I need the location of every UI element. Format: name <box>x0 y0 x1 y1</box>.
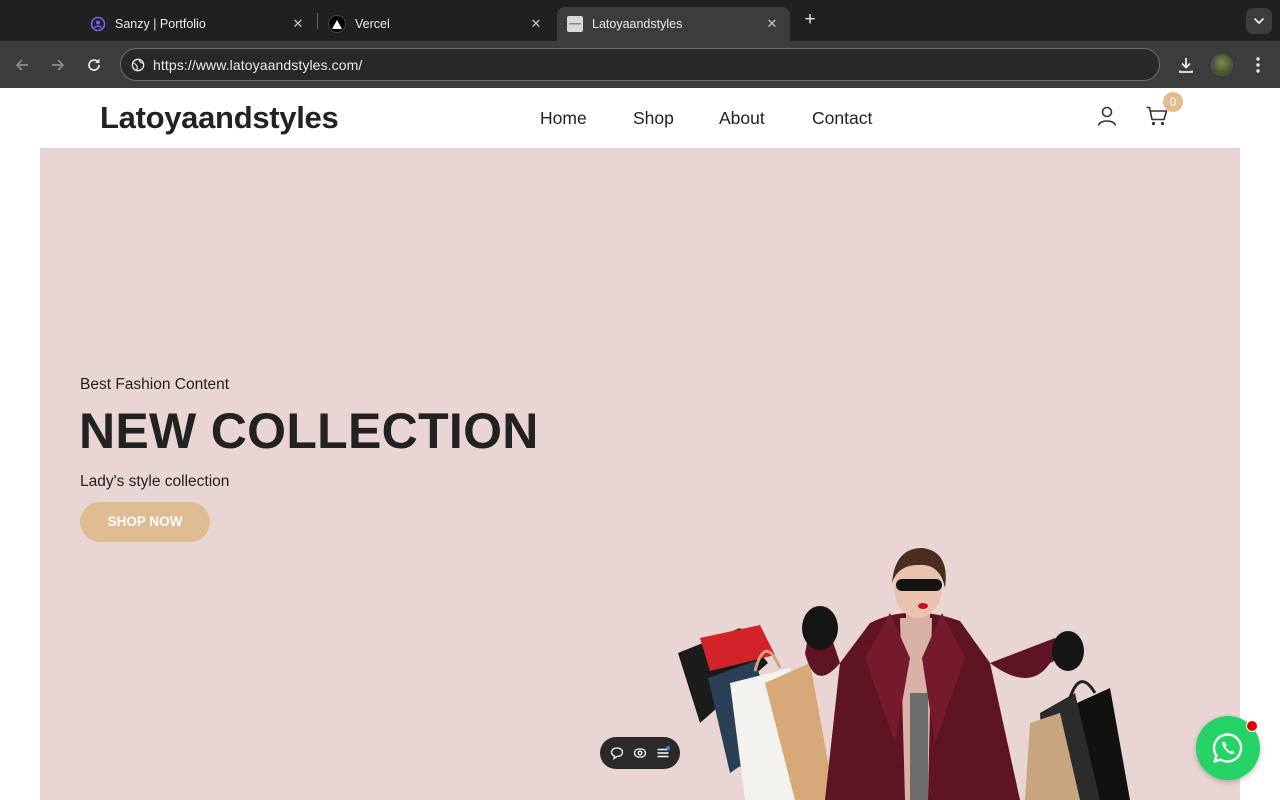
whatsapp-icon <box>1212 733 1243 763</box>
forward-button[interactable] <box>46 53 70 77</box>
arrow-left-icon <box>15 59 28 71</box>
tab-search-button[interactable] <box>1246 8 1272 34</box>
reload-icon <box>88 58 100 71</box>
close-tab-icon[interactable]: ✕ <box>764 16 780 32</box>
nav-about[interactable]: About <box>719 108 765 129</box>
notification-dot <box>1246 720 1258 732</box>
hero-banner: Best Fashion Content NEW COLLECTION Lady… <box>40 148 1240 800</box>
browser-tab-bar: Sanzy | Portfolio ✕ Vercel ✕ Latoyaandst… <box>0 0 1280 41</box>
hero-headline: NEW COLLECTION <box>79 403 539 459</box>
download-icon <box>1179 58 1193 73</box>
floating-toolbar <box>600 737 680 769</box>
tab-vercel[interactable]: Vercel ✕ <box>318 7 554 41</box>
nav-shop[interactable]: Shop <box>633 108 674 129</box>
user-icon[interactable] <box>1095 104 1119 128</box>
comment-icon[interactable] <box>610 746 624 760</box>
address-bar[interactable]: https://www.latoyaandstyles.com/ <box>120 48 1160 81</box>
nav-contact[interactable]: Contact <box>812 108 872 129</box>
hero-eyebrow: Best Fashion Content <box>80 376 230 393</box>
url-text: https://www.latoyaandstyles.com/ <box>153 56 363 73</box>
portfolio-favicon-icon <box>90 16 106 32</box>
tab-title: Vercel <box>355 17 390 31</box>
close-tab-icon[interactable]: ✕ <box>528 16 544 32</box>
menu-list-icon[interactable] <box>656 746 670 760</box>
arrow-right-icon <box>52 59 65 71</box>
page-favicon-icon <box>567 16 583 32</box>
site-logo[interactable]: Latoyaandstyles <box>100 100 339 136</box>
avatar <box>1211 54 1233 76</box>
tab-latoyaandstyles[interactable]: Latoyaandstyles ✕ <box>557 7 790 41</box>
profile-button[interactable] <box>1210 53 1234 77</box>
vercel-favicon-icon <box>328 15 346 33</box>
new-tab-button[interactable]: + <box>800 10 820 30</box>
reload-button[interactable] <box>82 53 106 77</box>
browser-menu-button[interactable] <box>1246 53 1270 77</box>
back-button[interactable] <box>10 53 34 77</box>
browser-toolbar: https://www.latoyaandstyles.com/ <box>0 41 1280 88</box>
cart-count-badge: 0 <box>1163 92 1183 112</box>
close-tab-icon[interactable]: ✕ <box>290 16 306 32</box>
site-info-icon[interactable] <box>131 58 145 72</box>
site-header: Latoyaandstyles Home Shop About Contact … <box>0 88 1280 148</box>
nav-home[interactable]: Home <box>540 108 587 129</box>
tab-title: Sanzy | Portfolio <box>115 17 206 31</box>
downloads-button[interactable] <box>1174 53 1198 77</box>
hero-model-image <box>678 548 1130 800</box>
chevron-down-icon <box>1253 17 1265 25</box>
tab-title: Latoyaandstyles <box>592 17 683 31</box>
view-icon[interactable] <box>633 746 647 760</box>
shop-now-button[interactable]: SHOP NOW <box>80 502 210 542</box>
tab-sanzy-portfolio[interactable]: Sanzy | Portfolio ✕ <box>80 7 316 41</box>
more-vertical-icon <box>1256 57 1260 73</box>
hero-subtitle: Lady's style collection <box>80 473 230 490</box>
